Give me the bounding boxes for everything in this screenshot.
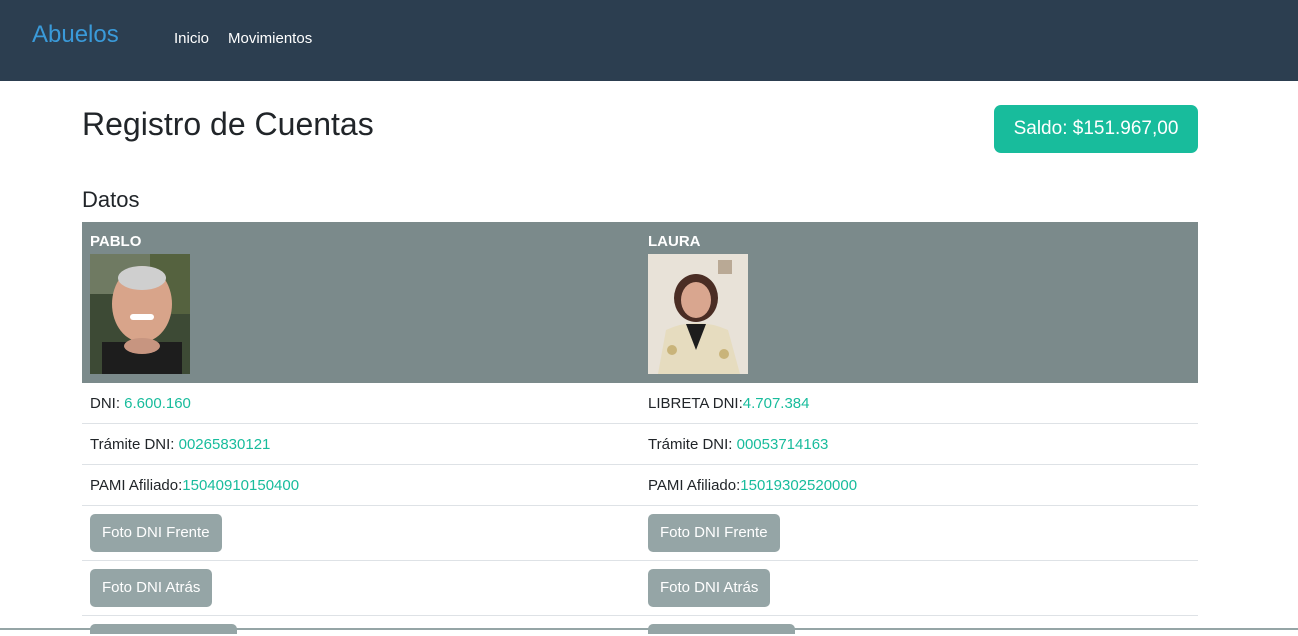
saldo-button[interactable]: Saldo: $151.967,00	[994, 105, 1198, 153]
person-photo-pablo	[90, 254, 190, 374]
brand-link[interactable]: Abuelos	[32, 20, 119, 50]
table-row-tramite: Trámite DNI: 00265830121 Trámite DNI: 00…	[82, 424, 1198, 465]
table-row-partial	[82, 616, 1198, 636]
tramite-label: Trámite DNI:	[648, 436, 737, 453]
foto-dni-frente-button[interactable]: Foto DNI Frente	[90, 514, 222, 552]
table-row-dni: DNI: 6.600.160 LIBRETA DNI:4.707.384	[82, 383, 1198, 424]
table-header-row: PABLO LAURA	[82, 222, 1198, 383]
table-row-pami: PAMI Afiliado:15040910150400 PAMI Afilia…	[82, 465, 1198, 506]
tramite-value: 00265830121	[178, 436, 271, 453]
libreta-dni-value: 4.707.384	[742, 395, 810, 412]
table-cell: Trámite DNI: 00265830121	[82, 424, 640, 464]
table-row-foto-atras: Foto DNI Atrás Foto DNI Atrás	[82, 561, 1198, 616]
pami-value: 15019302520000	[740, 477, 858, 494]
dni-value: 6.600.160	[124, 395, 191, 412]
nav-link-movimientos[interactable]: Movimientos	[228, 29, 312, 49]
top-navbar: Abuelos Inicio Movimientos	[0, 0, 1298, 81]
table-cell: Trámite DNI: 00053714163	[640, 424, 1198, 464]
person-name: LAURA	[648, 233, 701, 250]
tramite-value: 00053714163	[736, 436, 829, 453]
person-header-pablo: PABLO	[82, 222, 640, 383]
person-photo-laura	[648, 254, 748, 374]
table-cell: PAMI Afiliado:15019302520000	[640, 465, 1198, 505]
table-cell	[640, 616, 1198, 636]
table-cell: LIBRETA DNI:4.707.384	[640, 383, 1198, 423]
pami-value: 15040910150400	[182, 477, 300, 494]
foto-dni-atras-button[interactable]: Foto DNI Atrás	[648, 569, 771, 607]
table-cell: Foto DNI Atrás	[640, 561, 1198, 615]
page-title: Registro de Cuentas	[82, 106, 374, 142]
table-cell: Foto DNI Atrás	[82, 561, 640, 615]
pami-label: PAMI Afiliado:	[90, 477, 183, 494]
table-row-foto-frente: Foto DNI Frente Foto DNI Frente	[82, 506, 1198, 561]
table-cell: Foto DNI Frente	[82, 506, 640, 560]
pami-label: PAMI Afiliado:	[648, 477, 741, 494]
foto-dni-frente-button[interactable]: Foto DNI Frente	[648, 514, 780, 552]
people-table: PABLO LAURA DNI: 6.600.160 LIBRETA DNI:4…	[82, 222, 1198, 636]
table-cell: Foto DNI Frente	[640, 506, 1198, 560]
table-cell: PAMI Afiliado:15040910150400	[82, 465, 640, 505]
person-name: PABLO	[90, 233, 142, 250]
table-cell	[82, 616, 640, 636]
libreta-dni-label: LIBRETA DNI:	[648, 395, 743, 412]
dni-label: DNI:	[90, 395, 125, 412]
section-title-datos: Datos	[82, 187, 140, 212]
person-header-laura: LAURA	[640, 222, 1198, 383]
tramite-label: Trámite DNI:	[90, 436, 179, 453]
foto-dni-atras-button[interactable]: Foto DNI Atrás	[90, 569, 213, 607]
nav-link-inicio[interactable]: Inicio	[174, 29, 209, 49]
table-cell: DNI: 6.600.160	[82, 383, 640, 423]
